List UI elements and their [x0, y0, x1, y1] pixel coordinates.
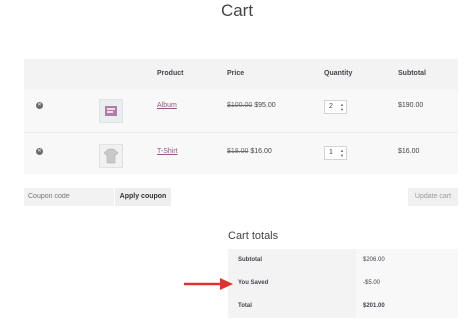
quantity-input[interactable]: 1 ▲ ▼ — [324, 146, 347, 160]
page-title: Cart — [220, 1, 254, 20]
apply-coupon-button[interactable]: Apply coupon — [115, 188, 171, 206]
header-subtotal: Subtotal — [398, 70, 426, 77]
remove-item-icon[interactable]: ✕ — [36, 148, 43, 155]
old-price: $100.00 — [227, 102, 253, 109]
price-tshirt: $18.00 $16.00 — [227, 148, 272, 155]
product-link-tshirt[interactable]: T-Shirt — [157, 148, 178, 155]
totals-row-you-saved: You Saved -$5.00 — [228, 272, 458, 295]
price-album: $100.00 $95.00 — [227, 102, 276, 109]
totals-label: Total — [238, 303, 252, 309]
quantity-value: 1 — [329, 149, 333, 156]
header-product: Product — [157, 70, 184, 77]
totals-label: You Saved — [238, 280, 269, 286]
item-subtotal: $16.00 — [398, 148, 420, 155]
totals-row-total: Total $201.00 — [228, 295, 458, 318]
coupon-code-input[interactable] — [24, 188, 114, 206]
item-subtotal: $190.00 — [398, 102, 424, 109]
quantity-value: 2 — [329, 103, 333, 110]
remove-item-icon[interactable]: ✕ — [36, 102, 43, 109]
cart-totals-table: Subtotal $206.00 You Saved -$5.00 Total … — [228, 249, 458, 318]
quantity-stepper-icon[interactable]: ▲ ▼ — [340, 148, 344, 158]
header-quantity: Quantity — [324, 70, 353, 77]
current-price: $95.00 — [254, 102, 276, 109]
totals-value: $201.00 — [363, 303, 385, 309]
totals-label: Subtotal — [238, 257, 262, 263]
quantity-input[interactable]: 2 ▲ ▼ — [324, 100, 347, 114]
cart-table-header: Product Price Quantity Subtotal — [24, 59, 458, 90]
current-price: $16.00 — [250, 148, 272, 155]
red-arrow-icon — [184, 278, 233, 290]
totals-value: -$5.00 — [363, 280, 381, 286]
old-price: $18.00 — [227, 148, 249, 155]
totals-value: $206.00 — [363, 257, 385, 263]
quantity-stepper-icon[interactable]: ▲ ▼ — [340, 102, 344, 112]
cart-totals-title: Cart totals — [228, 230, 279, 242]
cart-table: Product Price Quantity Subtotal ✕ Album … — [24, 59, 458, 174]
table-row: ✕ Album $100.00 $95.00 2 ▲ ▼ $190.00 — [24, 90, 458, 132]
totals-row-subtotal: Subtotal $206.00 — [228, 249, 458, 272]
tshirt-thumbnail-icon[interactable] — [99, 144, 123, 168]
header-price: Price — [227, 70, 245, 77]
product-link-album[interactable]: Album — [157, 102, 177, 109]
table-row: ✕ T-Shirt $18.00 $16.00 1 ▲ ▼ $16.00 — [24, 133, 458, 175]
update-cart-button[interactable]: Update cart — [408, 188, 458, 206]
album-thumbnail-icon[interactable] — [99, 99, 123, 123]
